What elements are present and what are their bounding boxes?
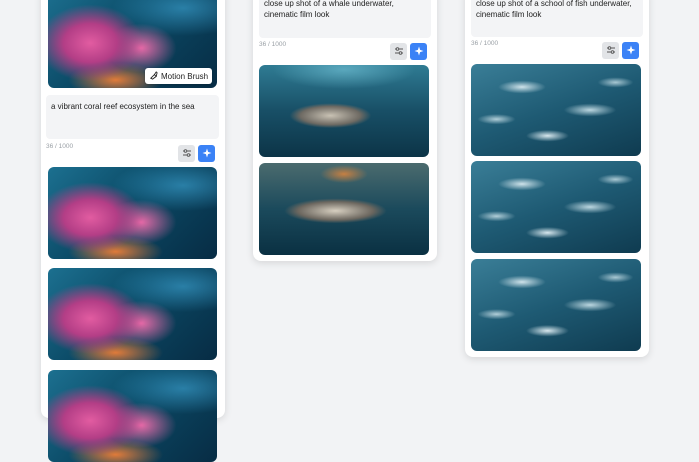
motion-brush-label: Motion Brush [161, 71, 209, 81]
sparkle-icon [626, 42, 636, 60]
prompt-field[interactable]: close up shot of a school of fish underw… [471, 0, 643, 37]
generate-button[interactable] [198, 145, 215, 162]
settings-button[interactable] [390, 43, 407, 60]
char-count: 36 / 1000 [471, 40, 499, 47]
sliders-icon [182, 145, 192, 163]
sparkle-icon [414, 43, 424, 61]
motion-brush-button[interactable]: Motion Brush [145, 68, 213, 84]
generated-image[interactable] [259, 163, 429, 255]
generated-image[interactable] [471, 64, 641, 156]
generated-image[interactable] [48, 167, 217, 259]
prompt-text: close up shot of a whale underwater, cin… [264, 0, 394, 19]
brush-icon [149, 70, 158, 82]
sliders-icon [606, 42, 616, 60]
generate-button[interactable] [622, 42, 639, 59]
prompt-field[interactable]: close up shot of a whale underwater, cin… [259, 0, 431, 38]
generated-image[interactable] [471, 259, 641, 351]
generation-card-coral: Motion Brush a vibrant coral reef ecosys… [41, 0, 225, 462]
char-count: 36 / 1000 [259, 41, 287, 48]
settings-button[interactable] [178, 145, 195, 162]
sliders-icon [394, 43, 404, 61]
prompt-text: a vibrant coral reef ecosystem in the se… [51, 102, 195, 111]
prompt-field[interactable]: a vibrant coral reef ecosystem in the se… [46, 95, 219, 139]
sparkle-icon [202, 145, 212, 163]
generated-image[interactable] [259, 65, 429, 157]
prompt-text: close up shot of a school of fish underw… [476, 0, 632, 19]
generation-card-fish: close up shot of a school of fish underw… [465, 0, 649, 357]
char-count: 36 / 1000 [46, 143, 74, 150]
settings-button[interactable] [602, 42, 619, 59]
generated-image[interactable] [48, 268, 217, 360]
generated-image[interactable] [471, 161, 641, 253]
generation-card-whale: close up shot of a whale underwater, cin… [253, 0, 437, 261]
generated-image[interactable] [48, 370, 217, 462]
generate-button[interactable] [410, 43, 427, 60]
